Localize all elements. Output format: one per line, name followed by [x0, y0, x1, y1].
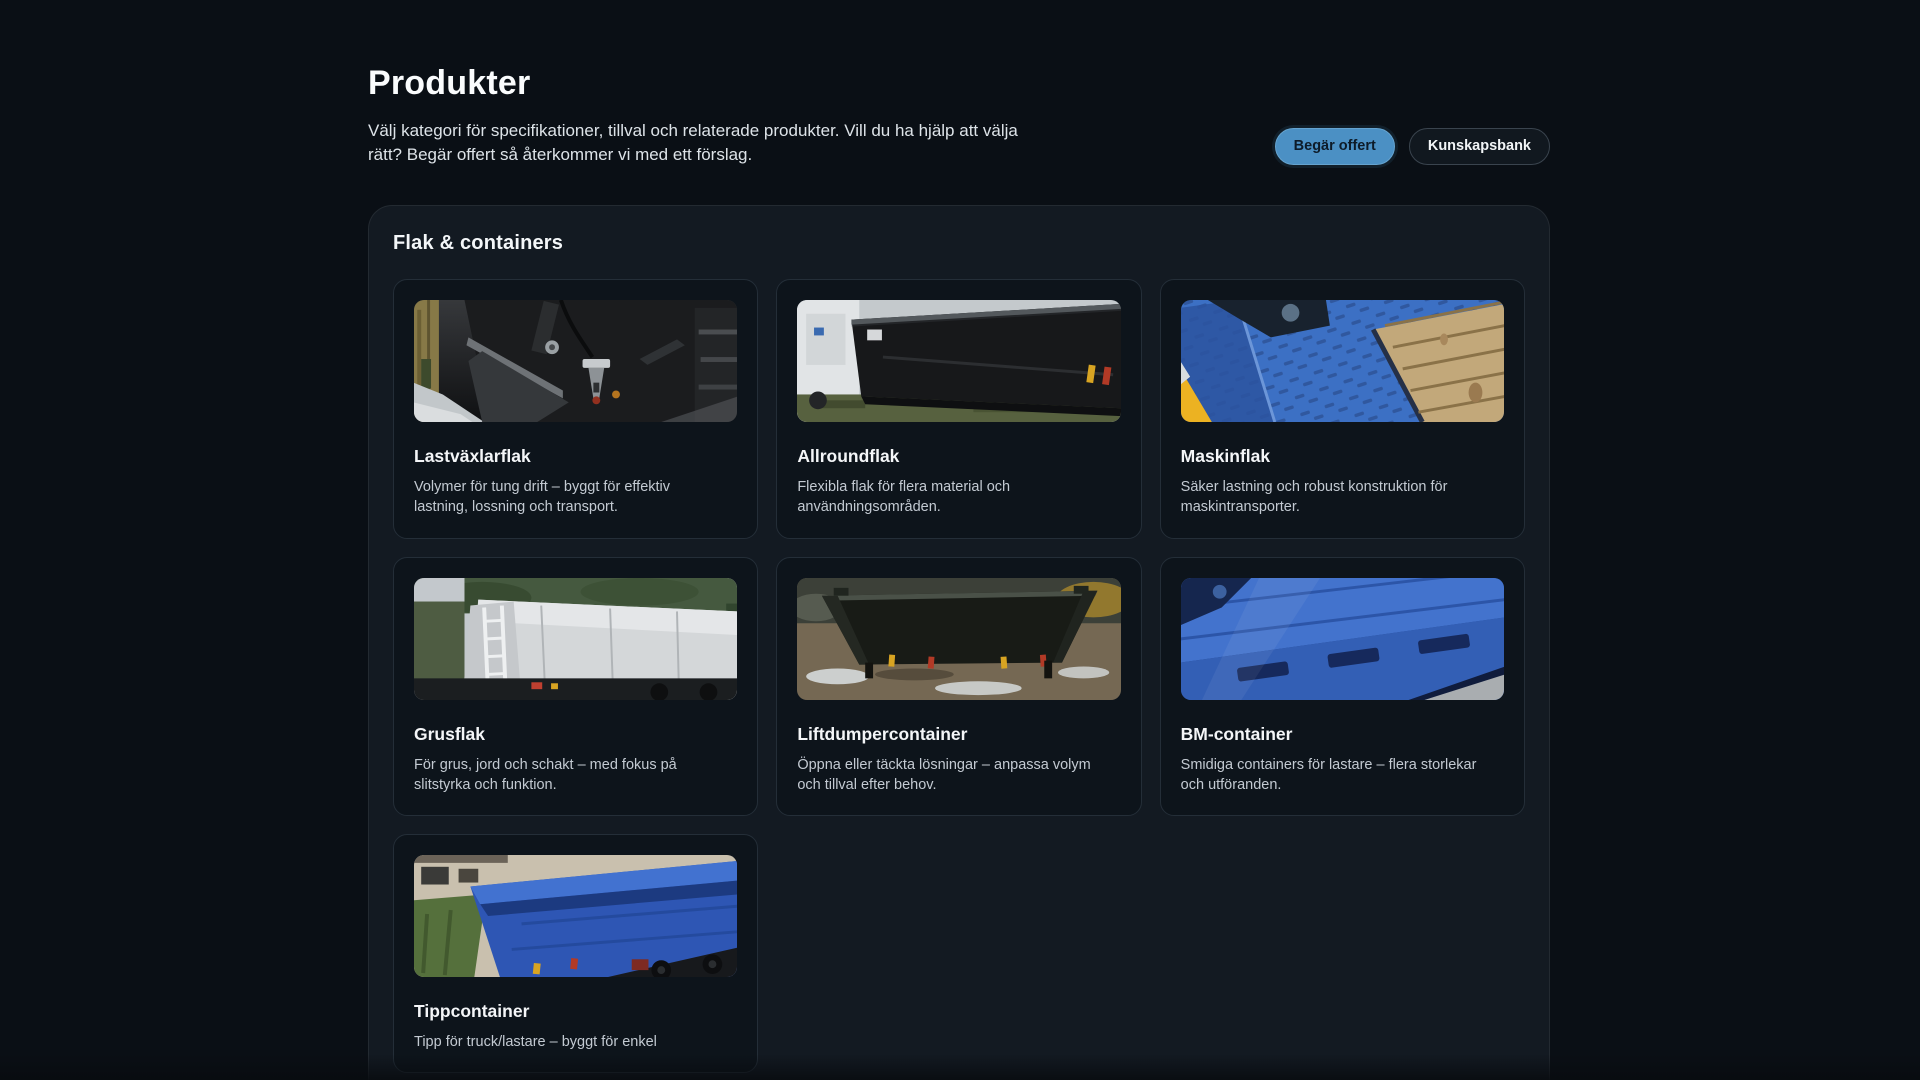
product-card-description: Säker lastning och robust konstruktion f… — [1181, 477, 1481, 518]
product-card-title: Liftdumpercontainer — [797, 724, 1120, 745]
category-panel-heading: Flak & containers — [393, 232, 1525, 255]
product-cards-grid: Lastväxlarflak Volymer för tung drift – … — [393, 279, 1525, 1073]
product-card-description: Volymer för tung drift – byggt för effek… — [414, 477, 714, 518]
product-card-title: Lastväxlarflak — [414, 446, 737, 467]
knowledge-bank-button[interactable]: Kunskapsbank — [1409, 128, 1550, 165]
page-header: Produkter Välj kategori för specifikatio… — [368, 64, 1550, 167]
product-card-title: Allroundflak — [797, 446, 1120, 467]
product-card-allroundflak[interactable]: Allroundflak Flexibla flak för flera mat… — [776, 279, 1141, 539]
product-card-description: Tipp för truck/lastare – byggt för enkel — [414, 1032, 714, 1052]
page-title: Produkter — [368, 64, 1040, 103]
product-image-liftdumpercontainer — [797, 578, 1120, 700]
category-panel: Flak & containers — [368, 205, 1550, 1080]
product-card-description: Flexibla flak för flera material och anv… — [797, 477, 1097, 518]
product-card-title: Tippcontainer — [414, 1001, 737, 1022]
product-image-lastvaxlarflak — [414, 300, 737, 422]
product-image-allroundflak — [797, 300, 1120, 422]
product-card-tippcontainer[interactable]: Tippcontainer Tipp för truck/lastare – b… — [393, 834, 758, 1073]
page-subtitle: Välj kategori för specifikationer, tillv… — [368, 119, 1040, 167]
request-quote-button[interactable]: Begär offert — [1275, 128, 1395, 165]
product-image-bm-container — [1181, 578, 1504, 700]
main-content: Produkter Välj kategori för specifikatio… — [368, 64, 1550, 1080]
product-card-title: Grusflak — [414, 724, 737, 745]
product-card-title: Maskinflak — [1181, 446, 1504, 467]
product-card-maskinflak[interactable]: Maskinflak Säker lastning och robust kon… — [1160, 279, 1525, 539]
product-card-description: För grus, jord och schakt – med fokus på… — [414, 755, 714, 796]
product-card-lastvaxlarflak[interactable]: Lastväxlarflak Volymer för tung drift – … — [393, 279, 758, 539]
product-image-maskinflak — [1181, 300, 1504, 422]
product-card-liftdumpercontainer[interactable]: Liftdumpercontainer Öppna eller täckta l… — [776, 557, 1141, 817]
product-card-title: BM-container — [1181, 724, 1504, 745]
header-actions: Begär offert Kunskapsbank — [1275, 128, 1550, 165]
product-card-grusflak[interactable]: Grusflak För grus, jord och schakt – med… — [393, 557, 758, 817]
product-image-grusflak — [414, 578, 737, 700]
product-image-tippcontainer — [414, 855, 737, 977]
product-card-bm-container[interactable]: BM-container Smidiga containers för last… — [1160, 557, 1525, 817]
product-card-description: Öppna eller täckta lösningar – anpassa v… — [797, 755, 1097, 796]
product-card-description: Smidiga containers för lastare – flera s… — [1181, 755, 1481, 796]
page-header-text: Produkter Välj kategori för specifikatio… — [368, 64, 1040, 167]
